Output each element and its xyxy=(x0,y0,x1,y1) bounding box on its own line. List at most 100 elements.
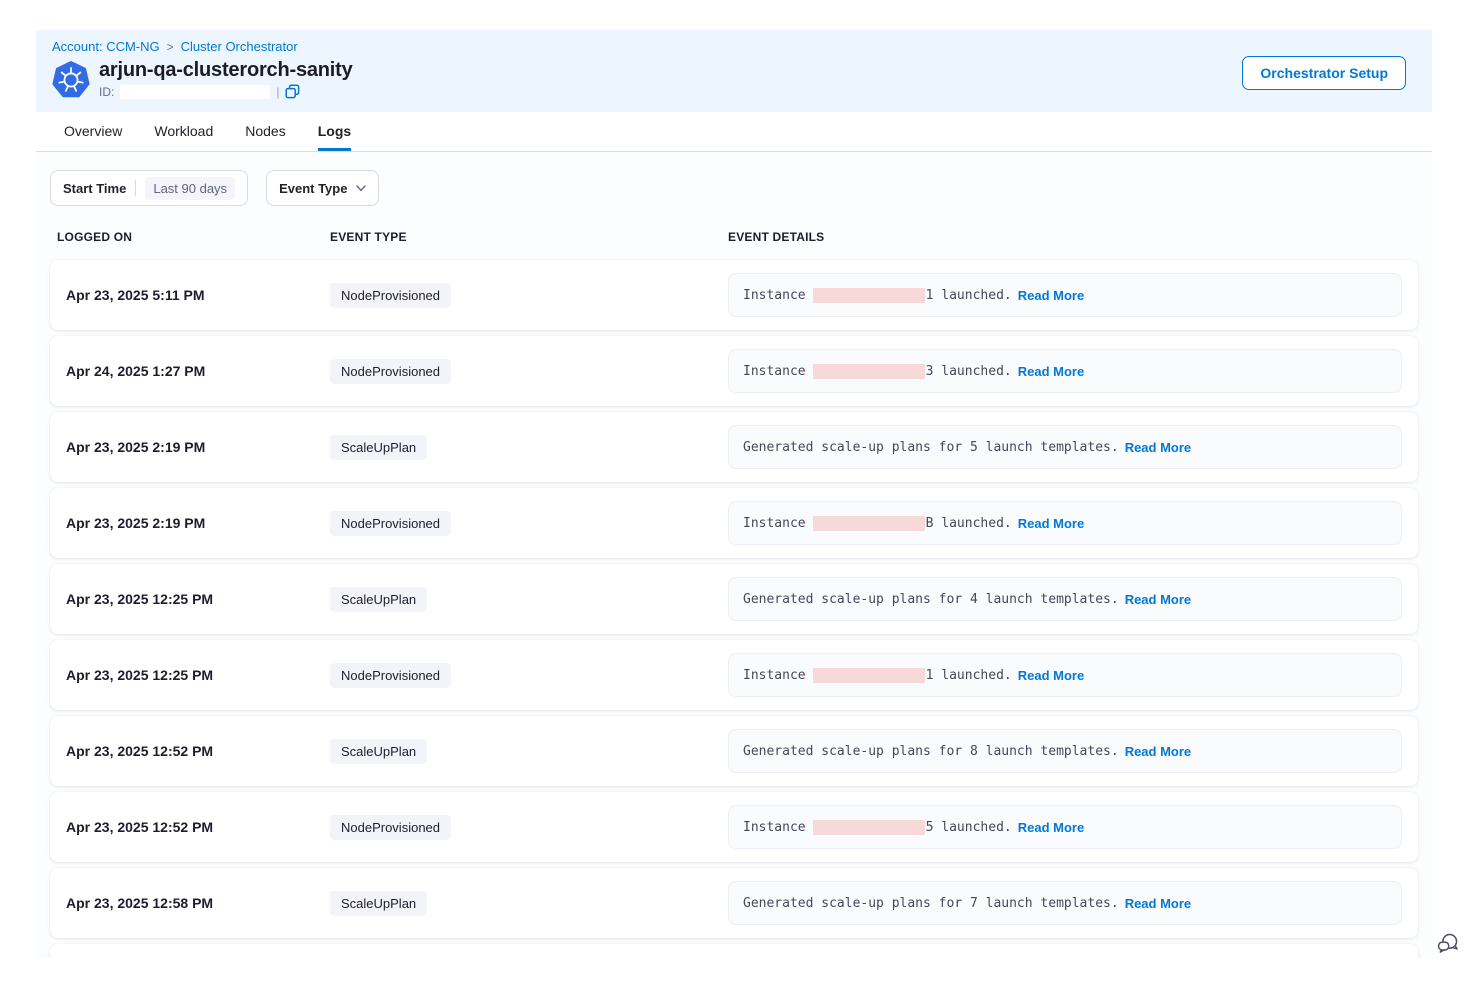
orchestrator-setup-button[interactable]: Orchestrator Setup xyxy=(1242,56,1406,90)
page-title: arjun-qa-clusterorch-sanity xyxy=(99,59,353,81)
log-timestamp: Apr 23, 2025 5:11 PM xyxy=(66,287,330,303)
event-detail-text: Instance xyxy=(743,364,806,379)
read-more-link[interactable]: Read More xyxy=(1125,592,1191,607)
start-time-value: Last 90 days xyxy=(145,177,235,200)
event-type-cell: NodeProvisioned xyxy=(330,283,728,308)
page-header: Account: CCM-NG > Cluster Orchestrator xyxy=(36,30,1432,112)
event-detail-text: Generated scale-up plans for 4 launch te… xyxy=(743,592,1119,607)
log-row: Apr 23, 2025 5:11 PM NodeProvisioned Ins… xyxy=(50,260,1418,330)
redacted-instance-id xyxy=(813,364,925,379)
event-type-badge: NodeProvisioned xyxy=(330,663,451,688)
filter-bar: Start Time Last 90 days Event Type xyxy=(50,170,1418,206)
event-details-box: Generated scale-up plans for 8 launch te… xyxy=(728,729,1402,773)
event-detail-text: Generated scale-up plans for 5 launch te… xyxy=(743,440,1119,455)
event-type-cell: NodeProvisioned xyxy=(330,359,728,384)
event-detail-text: Generated scale-up plans for 8 launch te… xyxy=(743,744,1119,759)
cluster-id-row: ID: | xyxy=(99,84,353,99)
id-label: ID: xyxy=(99,85,114,99)
event-detail-text: Generated scale-up plans for 7 launch te… xyxy=(743,896,1119,911)
read-more-link[interactable]: Read More xyxy=(1018,516,1084,531)
read-more-link[interactable]: Read More xyxy=(1125,440,1191,455)
event-type-filter[interactable]: Event Type xyxy=(266,170,379,206)
redacted-cluster-id xyxy=(120,85,270,99)
event-details-box: Instance 1 launched. Read More xyxy=(728,273,1402,317)
log-timestamp: Apr 23, 2025 12:25 PM xyxy=(66,591,330,607)
filter-divider xyxy=(135,180,136,196)
breadcrumb-separator: > xyxy=(167,40,174,54)
event-detail-text: Instance xyxy=(743,820,806,835)
event-type-label: Event Type xyxy=(279,181,347,196)
redacted-instance-id xyxy=(813,516,925,531)
redacted-instance-id xyxy=(813,288,925,303)
tab-overview[interactable]: Overview xyxy=(64,112,122,151)
read-more-link[interactable]: Read More xyxy=(1018,364,1084,379)
log-row: Apr 23, 2025 12:25 PM ScaleUpPlan Genera… xyxy=(50,564,1418,634)
read-more-link[interactable]: Read More xyxy=(1018,820,1084,835)
event-type-badge: NodeProvisioned xyxy=(330,283,451,308)
tab-nodes[interactable]: Nodes xyxy=(245,112,285,151)
column-event-details: EVENT DETAILS xyxy=(728,230,1418,244)
log-row: Apr 23, 2025 12:52 PM NodeProvisioned In… xyxy=(50,792,1418,862)
log-timestamp: Apr 23, 2025 12:58 PM xyxy=(66,895,330,911)
event-detail-suffix: 5 launched. xyxy=(926,820,1012,835)
event-type-badge: ScaleUpPlan xyxy=(330,435,427,460)
log-timestamp: Apr 24, 2025 1:27 PM xyxy=(66,363,330,379)
cluster-orchestrator-panel: Account: CCM-NG > Cluster Orchestrator xyxy=(36,30,1432,958)
log-row-list: Apr 23, 2025 5:11 PM NodeProvisioned Ins… xyxy=(50,260,1418,938)
log-row: Apr 23, 2025 12:58 PM ScaleUpPlan Genera… xyxy=(50,868,1418,938)
breadcrumb-section-link[interactable]: Cluster Orchestrator xyxy=(181,39,298,54)
event-details-box: Generated scale-up plans for 5 launch te… xyxy=(728,425,1402,469)
start-time-label: Start Time xyxy=(63,181,126,196)
event-type-cell: ScaleUpPlan xyxy=(330,587,728,612)
log-timestamp: Apr 23, 2025 2:19 PM xyxy=(66,515,330,531)
event-details-box: Instance 5 launched. Read More xyxy=(728,805,1402,849)
event-details-box: Instance B launched. Read More xyxy=(728,501,1402,545)
kubernetes-icon xyxy=(52,61,90,99)
read-more-link[interactable]: Read More xyxy=(1125,896,1191,911)
chat-bubbles-icon[interactable] xyxy=(1434,930,1460,956)
event-type-badge: NodeProvisioned xyxy=(330,815,451,840)
tab-workload[interactable]: Workload xyxy=(154,112,213,151)
breadcrumb-account-link[interactable]: Account: CCM-NG xyxy=(52,39,160,54)
event-detail-suffix: 3 launched. xyxy=(926,364,1012,379)
event-detail-text: Instance xyxy=(743,516,806,531)
event-detail-suffix: 1 launched. xyxy=(926,668,1012,683)
tab-bar: Overview Workload Nodes Logs xyxy=(36,112,1432,152)
read-more-link[interactable]: Read More xyxy=(1018,288,1084,303)
copy-icon[interactable] xyxy=(285,84,300,99)
tab-logs[interactable]: Logs xyxy=(318,112,351,151)
column-event-type: EVENT TYPE xyxy=(330,230,728,244)
event-detail-text: Instance xyxy=(743,668,806,683)
log-timestamp: Apr 23, 2025 12:52 PM xyxy=(66,743,330,759)
read-more-link[interactable]: Read More xyxy=(1018,668,1084,683)
log-row: Apr 23, 2025 2:19 PM NodeProvisioned Ins… xyxy=(50,488,1418,558)
column-logged-on: LOGGED ON xyxy=(57,230,330,244)
event-detail-text: Instance xyxy=(743,288,806,303)
event-type-cell: ScaleUpPlan xyxy=(330,739,728,764)
event-details-box: Instance 3 launched. Read More xyxy=(728,349,1402,393)
log-row-partial xyxy=(50,944,1418,958)
read-more-link[interactable]: Read More xyxy=(1125,744,1191,759)
event-type-cell: NodeProvisioned xyxy=(330,511,728,536)
title-block: arjun-qa-clusterorch-sanity ID: | xyxy=(99,59,353,99)
event-detail-suffix: 1 launched. xyxy=(926,288,1012,303)
event-details-box: Instance 1 launched. Read More xyxy=(728,653,1402,697)
event-type-cell: NodeProvisioned xyxy=(330,815,728,840)
event-details-box: Generated scale-up plans for 7 launch te… xyxy=(728,881,1402,925)
breadcrumb: Account: CCM-NG > Cluster Orchestrator xyxy=(52,39,1406,54)
event-type-cell: ScaleUpPlan xyxy=(330,435,728,460)
event-type-cell: NodeProvisioned xyxy=(330,663,728,688)
redacted-instance-id xyxy=(813,820,925,835)
chevron-down-icon xyxy=(356,185,366,192)
log-row: Apr 23, 2025 12:52 PM ScaleUpPlan Genera… xyxy=(50,716,1418,786)
log-timestamp: Apr 23, 2025 12:52 PM xyxy=(66,819,330,835)
log-table-header: LOGGED ON EVENT TYPE EVENT DETAILS xyxy=(50,230,1418,244)
event-detail-suffix: B launched. xyxy=(926,516,1012,531)
start-time-filter[interactable]: Start Time Last 90 days xyxy=(50,170,248,206)
log-timestamp: Apr 23, 2025 12:25 PM xyxy=(66,667,330,683)
event-type-badge: ScaleUpPlan xyxy=(330,891,427,916)
event-type-badge: ScaleUpPlan xyxy=(330,739,427,764)
event-type-cell: ScaleUpPlan xyxy=(330,891,728,916)
event-type-badge: ScaleUpPlan xyxy=(330,587,427,612)
event-type-badge: NodeProvisioned xyxy=(330,511,451,536)
